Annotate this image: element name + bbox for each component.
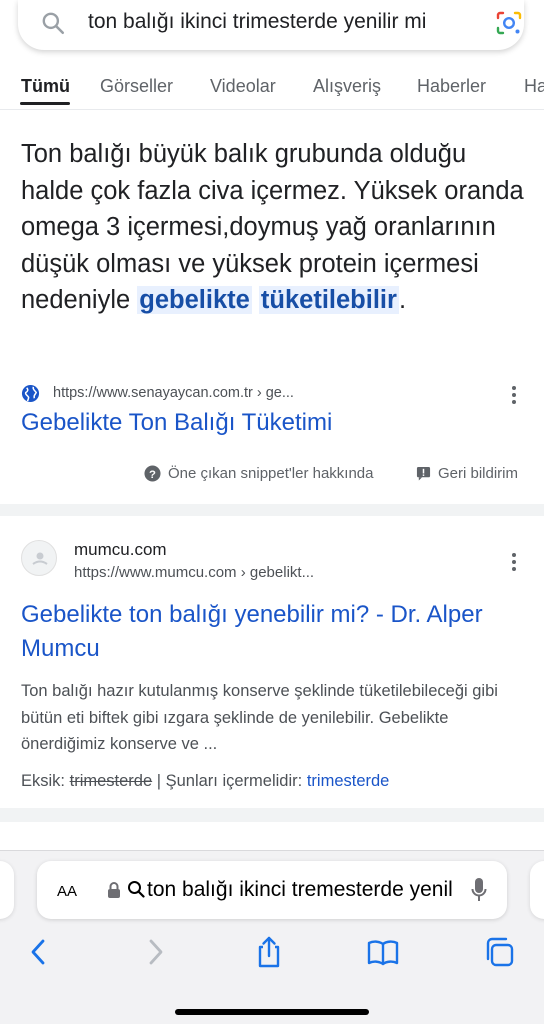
must-include-link[interactable]: trimesterde	[307, 772, 390, 790]
tab-shopping[interactable]: Alışveriş	[313, 76, 381, 97]
tab-all[interactable]: Tümü	[21, 76, 70, 97]
site-favicon	[21, 540, 57, 576]
help-icon[interactable]: ?	[144, 465, 161, 482]
snippet-source-url[interactable]: https://www.senayaycan.com.tr › ge...	[53, 385, 294, 401]
search-icon	[128, 881, 145, 898]
result-separator	[0, 808, 544, 822]
result-url[interactable]: https://www.mumcu.com › gebelikt...	[74, 564, 314, 581]
favicon-icon	[32, 552, 48, 565]
tabs-icon[interactable]	[482, 935, 516, 969]
microphone-icon[interactable]	[471, 876, 487, 904]
share-icon[interactable]	[252, 935, 286, 969]
next-tab-card[interactable]	[530, 861, 544, 919]
address-bar[interactable]: AA ton balığı ikinci tremesterde yenilir…	[37, 861, 507, 919]
search-icon	[42, 12, 65, 35]
lock-icon	[108, 882, 120, 898]
feedback-link[interactable]: Geri bildirim	[438, 465, 518, 482]
missing-terms: Eksik: trimesterde | Şunları içermelidir…	[21, 772, 390, 790]
snippet-source[interactable]: https://www.senayaycan.com.tr › ge...	[21, 382, 531, 406]
result-site-name[interactable]: mumcu.com	[74, 540, 167, 560]
search-query[interactable]: ton balığı ikinci trimesterde yenilir mi	[88, 10, 426, 34]
bookmarks-icon[interactable]	[366, 935, 400, 969]
back-icon[interactable]	[22, 935, 56, 969]
home-indicator	[175, 1009, 369, 1015]
active-tab-indicator	[20, 102, 70, 105]
missing-term: trimesterde	[69, 772, 153, 790]
snippet-highlight: gebelikte	[137, 286, 252, 314]
address-text[interactable]: ton balığı ikinci tremesterde yenilir mi	[147, 878, 453, 902]
google-lens-icon[interactable]	[494, 8, 524, 38]
search-bar[interactable]: ton balığı ikinci trimesterde yenilir mi	[18, 0, 524, 50]
tab-images[interactable]: Görseller	[100, 76, 173, 97]
reader-aa-button[interactable]: AA	[57, 879, 77, 902]
safari-toolbar: AA ton balığı ikinci tremesterde yenilir…	[0, 850, 544, 1024]
search-tabs: Tümü Görseller Videolar Alışveriş Haberl…	[0, 72, 544, 106]
snippet-highlight: tüketilebilir	[258, 286, 399, 314]
result-separator	[0, 504, 544, 516]
result-description: Ton balığı hazır kutulanmış konserve şek…	[21, 682, 498, 753]
forward-icon[interactable]	[138, 935, 172, 969]
feedback-icon[interactable]	[416, 466, 431, 481]
more-options-icon[interactable]	[504, 383, 524, 407]
svg-text:?: ?	[149, 469, 156, 481]
result-title[interactable]: Gebelikte ton balığı yenebilir mi? - Dr.…	[21, 598, 521, 666]
tab-videos[interactable]: Videolar	[210, 76, 276, 97]
tab-overflow[interactable]: Ha	[524, 76, 544, 97]
snippet-footer: ? Öne çıkan snippet'ler hakkında Geri bi…	[144, 462, 534, 486]
featured-snippet-text: Ton balığı büyük balık grubunda olduğu h…	[21, 140, 524, 314]
tab-news[interactable]: Haberler	[417, 76, 486, 97]
snippet-result-title[interactable]: Gebelikte Ton Balığı Tüketimi	[21, 409, 332, 437]
divider	[0, 109, 544, 110]
globe-icon	[21, 384, 40, 403]
more-options-icon[interactable]	[504, 550, 524, 574]
about-snippets-link[interactable]: Öne çıkan snippet'ler hakkında	[168, 465, 374, 482]
previous-tab-card[interactable]	[0, 861, 14, 919]
